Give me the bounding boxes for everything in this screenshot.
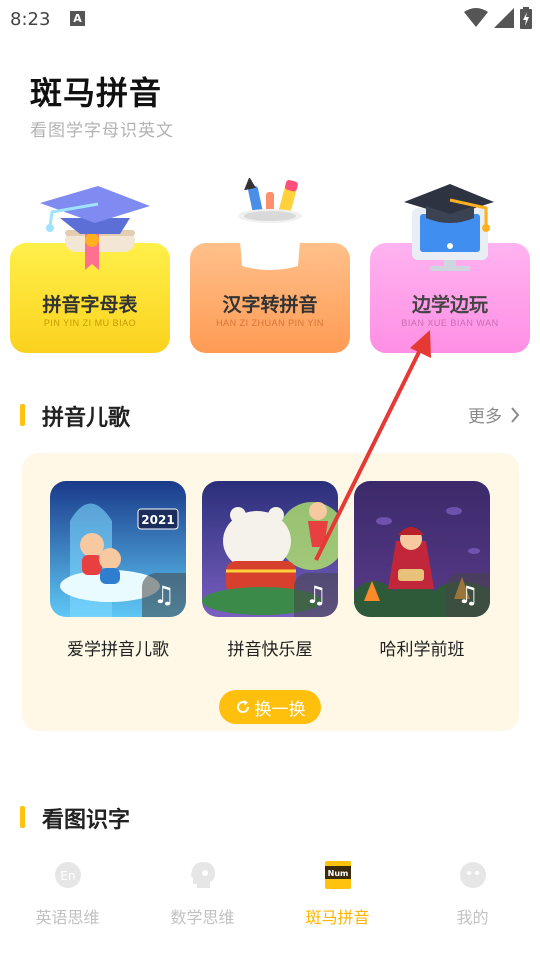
nav-label: 我的 [456, 908, 489, 927]
annotation-arrow [314, 330, 431, 561]
nav-label: 数学思维 [170, 908, 235, 927]
num-icon-text: Num [327, 869, 348, 878]
nav-label: 英语思维 [35, 908, 100, 927]
english-icon-text: En [60, 869, 75, 883]
nav-tab-profile[interactable]: 我的 [405, 860, 540, 928]
profile-icon [459, 862, 486, 888]
math-head-icon [190, 862, 215, 888]
nav-label: 斑马拼音 [305, 908, 370, 927]
nav-tab-english[interactable]: En 英语思维 [0, 860, 135, 928]
english-icon: En [54, 862, 81, 888]
nav-tab-math[interactable]: 数学思维 [135, 860, 270, 928]
bottom-nav: En 英语思维 数学思维 Num 斑马拼音 我的 [0, 850, 540, 960]
num-book-icon: Num [324, 861, 351, 889]
nav-tab-pinyin[interactable]: Num 斑马拼音 [270, 860, 405, 928]
